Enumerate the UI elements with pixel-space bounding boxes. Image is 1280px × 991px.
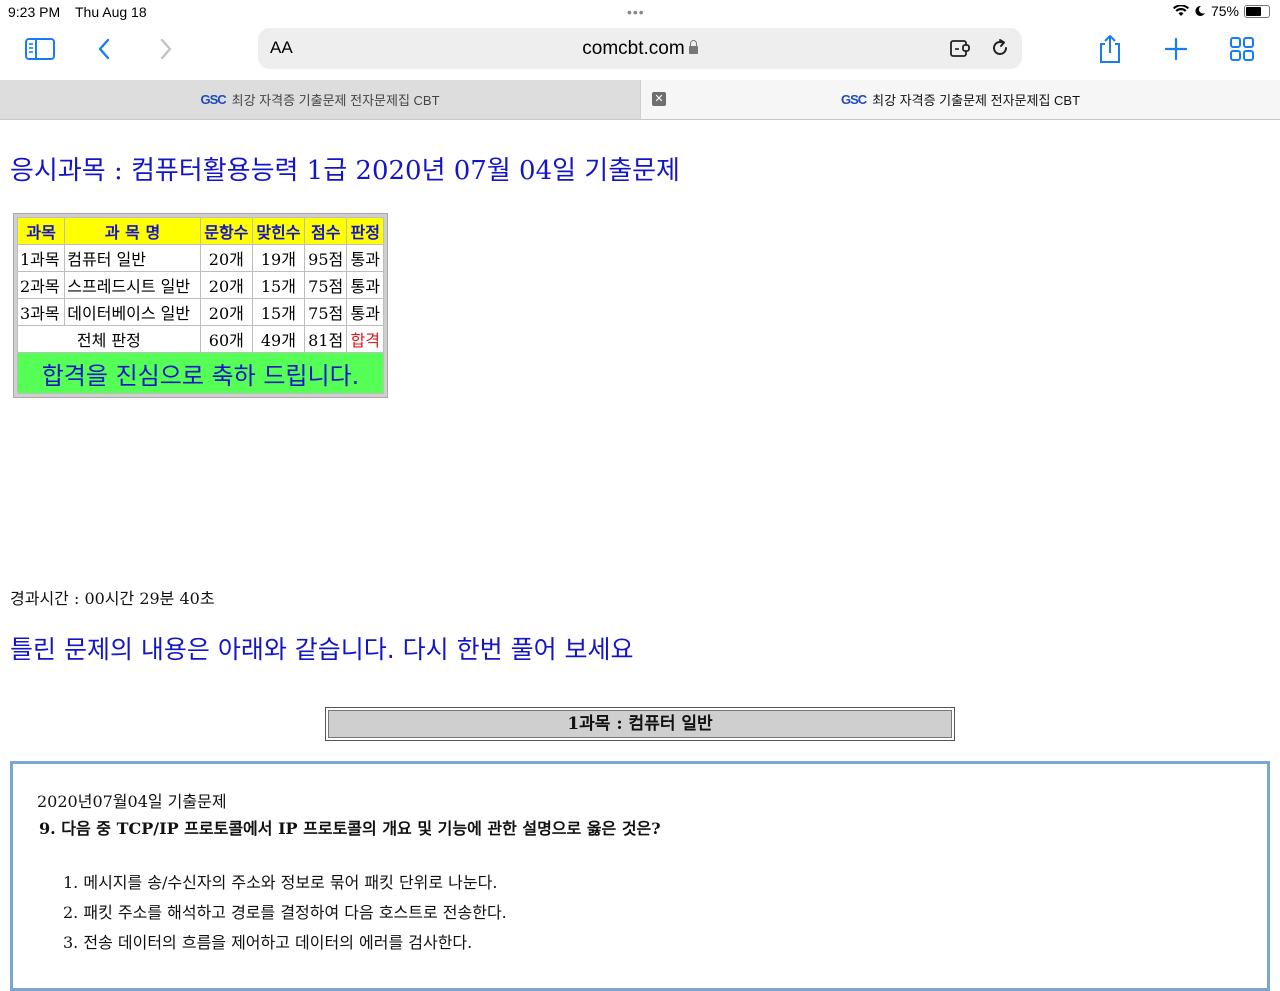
congrats-row: 합격을 진심으로 축하 드립니다. xyxy=(17,352,384,394)
table-cell: 데이터베이스 일반 xyxy=(64,298,201,326)
status-bar: 9:23 PM Thu Aug 18 ••• 75% xyxy=(0,0,1280,24)
gsc-favicon-icon: GSC xyxy=(840,92,867,107)
total-row: 전체 판정 60개 49개 81점 합격 xyxy=(17,325,384,353)
table-cell: 15개 xyxy=(251,298,305,326)
browser-toolbar: AA comcbt.com xyxy=(0,24,1280,80)
elapsed-time: 경과시간 : 00시간 29분 40초 xyxy=(10,589,215,608)
url-text: comcbt.com xyxy=(582,38,685,59)
table-cell: 1과목 xyxy=(16,244,66,272)
table-cell: 스프레드시트 일반 xyxy=(64,271,201,299)
table-cell: 3과목 xyxy=(16,298,66,326)
wifi-icon xyxy=(1172,5,1189,16)
new-tab-icon[interactable] xyxy=(1159,34,1193,64)
table-cell: 컴퓨터 일반 xyxy=(64,244,201,272)
table-cell: 15개 xyxy=(251,271,305,299)
gsc-favicon-icon: GSC xyxy=(200,92,226,107)
status-right: 75% xyxy=(1172,3,1270,19)
lock-icon xyxy=(688,40,698,54)
battery-fill xyxy=(1246,6,1261,16)
column-header: 과 목 명 xyxy=(64,217,201,245)
exam-date: 2020년07월04일 기출문제 xyxy=(37,792,227,811)
total-correct: 49개 xyxy=(251,325,305,353)
total-label: 전체 판정 xyxy=(17,325,201,353)
total-count: 60개 xyxy=(199,325,253,353)
tab-overview-icon[interactable] xyxy=(1225,34,1259,64)
table-cell: 통과 xyxy=(346,271,384,299)
score-table: 과목 과 목 명 문항수 맞힌수 점수 판정 1과목 컴퓨터 일반 20개 19… xyxy=(13,213,388,398)
congrats-message: 합격을 진심으로 축하 드립니다. xyxy=(17,352,384,394)
column-header: 맞힌수 xyxy=(251,217,305,245)
answer-option[interactable]: 3. 전송 데이터의 흐름을 제어하고 데이터의 에러를 검사한다. xyxy=(63,929,472,953)
status-time: 9:23 PM xyxy=(8,4,61,20)
tab-active[interactable]: ✕ GSC 최강 자격증 기출문제 전자문제집 CBT xyxy=(641,80,1280,119)
table-cell: 75점 xyxy=(303,298,348,326)
battery-percent: 75% xyxy=(1210,3,1239,19)
moon-icon xyxy=(1195,5,1205,16)
column-header: 과목 xyxy=(16,217,66,245)
back-icon[interactable] xyxy=(88,34,122,64)
table-header-row: 과목 과 목 명 문항수 맞힌수 점수 판정 xyxy=(16,217,384,245)
table-cell: 75점 xyxy=(303,271,348,299)
column-header: 문항수 xyxy=(199,217,253,245)
page-title: 응시과목 : 컴퓨터활용능력 1급 2020년 07월 04일 기출문제 xyxy=(10,156,680,186)
tab-bar: GSC 최강 자격증 기출문제 전자문제집 CBT ✕ GSC 최강 자격증 기… xyxy=(0,80,1280,120)
table-row: 3과목 데이터베이스 일반 20개 15개 75점 통과 xyxy=(16,298,384,326)
answer-option[interactable]: 1. 메시지를 송/수신자의 주소와 정보로 묶어 패킷 단위로 나눈다. xyxy=(63,869,497,893)
close-tab-icon[interactable]: ✕ xyxy=(652,92,666,106)
total-score: 81점 xyxy=(303,325,348,353)
table-cell: 95점 xyxy=(303,244,348,272)
column-header: 점수 xyxy=(303,217,348,245)
tab-title: 최강 자격증 기출문제 전자문제집 CBT xyxy=(231,93,440,108)
address-bar[interactable]: AA comcbt.com xyxy=(258,28,1022,69)
subject-bar: 1과목 : 컴퓨터 일반 xyxy=(325,707,955,741)
multitasking-dots-icon[interactable]: ••• xyxy=(627,4,645,20)
table-cell: 19개 xyxy=(251,244,305,272)
tab-title: 최강 자격증 기출문제 전자문제집 CBT xyxy=(872,93,1081,108)
table-row: 1과목 컴퓨터 일반 20개 19개 95점 통과 xyxy=(16,244,384,272)
question-box: 2020년07월04일 기출문제 9. 다음 중 TCP/IP 프로토콜에서 I… xyxy=(10,761,1270,991)
answer-option[interactable]: 2. 패킷 주소를 해석하고 경로를 결정하여 다음 호스트로 전송한다. xyxy=(63,899,507,923)
table-cell: 20개 xyxy=(199,244,253,272)
sidebar-icon[interactable] xyxy=(23,34,57,64)
question-text: 9. 다음 중 TCP/IP 프로토콜에서 IP 프로토콜의 개요 및 기능에 … xyxy=(39,819,661,838)
extension-icon[interactable] xyxy=(948,36,972,64)
table-cell: 통과 xyxy=(346,244,384,272)
share-icon[interactable] xyxy=(1093,34,1127,64)
table-cell: 통과 xyxy=(346,298,384,326)
table-cell: 20개 xyxy=(199,298,253,326)
tab-inactive[interactable]: GSC 최강 자격증 기출문제 전자문제집 CBT xyxy=(0,80,641,119)
total-result: 합격 xyxy=(346,325,384,353)
status-date: Thu Aug 18 xyxy=(75,4,147,20)
battery-icon xyxy=(1244,4,1270,18)
wrong-answers-heading: 틀린 문제의 내용은 아래와 같습니다. 다시 한번 풀어 보세요 xyxy=(10,635,634,664)
table-row: 2과목 스프레드시트 일반 20개 15개 75점 통과 xyxy=(16,271,384,299)
column-header: 판정 xyxy=(346,217,384,245)
table-cell: 2과목 xyxy=(16,271,66,299)
table-cell: 20개 xyxy=(199,271,253,299)
forward-icon[interactable] xyxy=(148,34,182,64)
subject-bar-label: 1과목 : 컴퓨터 일반 xyxy=(328,710,952,738)
reload-icon[interactable] xyxy=(988,36,1012,64)
